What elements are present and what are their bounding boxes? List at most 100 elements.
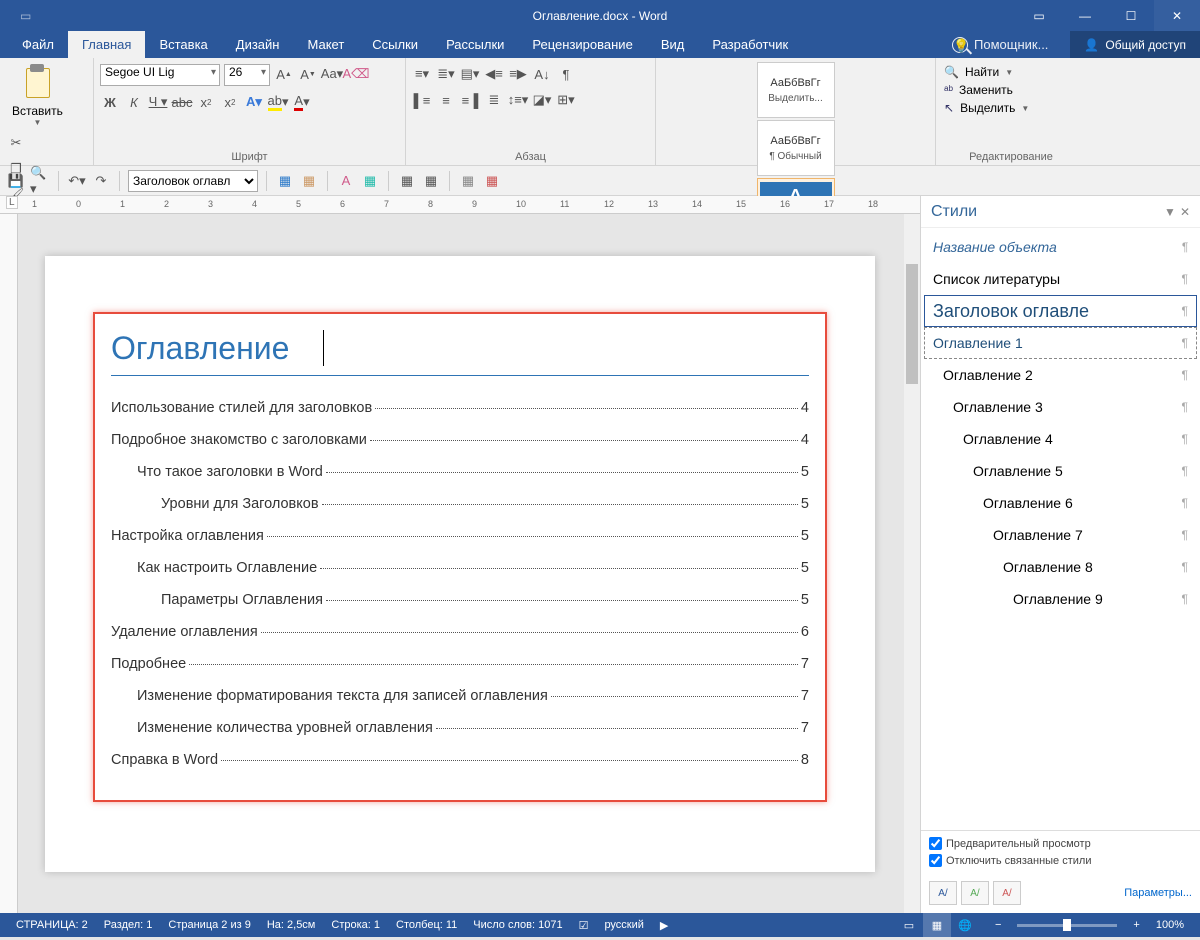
- minimize-button[interactable]: —: [1062, 0, 1108, 31]
- styles-pane-item[interactable]: Оглавление 4¶: [924, 423, 1197, 455]
- styles-pane-close-icon[interactable]: ✕: [1180, 205, 1190, 219]
- align-right-icon[interactable]: ≡▐: [460, 90, 480, 110]
- font-color-icon[interactable]: A▾: [292, 92, 312, 112]
- styles-pane-item[interactable]: Заголовок оглавле¶: [924, 295, 1197, 327]
- styles-pane-item[interactable]: Оглавление 5¶: [924, 455, 1197, 487]
- tab-ссылки[interactable]: Ссылки: [358, 31, 432, 58]
- styles-pane-item[interactable]: Оглавление 2¶: [924, 359, 1197, 391]
- align-center-icon[interactable]: ≡: [436, 90, 456, 110]
- style-gallery-item[interactable]: АаБбВвГг¶ Обычный: [757, 120, 835, 176]
- highlight-icon[interactable]: ab▾: [268, 92, 288, 112]
- status-language[interactable]: русский: [596, 919, 651, 931]
- increase-indent-icon[interactable]: ≡▶: [508, 64, 528, 84]
- shrink-font-icon[interactable]: A▼: [298, 64, 318, 84]
- style-quick-select[interactable]: Заголовок оглавл: [128, 170, 258, 192]
- tab-вид[interactable]: Вид: [647, 31, 699, 58]
- tab-макет[interactable]: Макет: [293, 31, 358, 58]
- font-family-select[interactable]: Segoe UI Lig: [100, 64, 220, 86]
- strikethrough-button[interactable]: abc: [172, 92, 192, 112]
- tell-me[interactable]: 💡Помощник...: [938, 31, 1062, 58]
- shading-icon[interactable]: ◪▾: [532, 90, 552, 110]
- zoom-value[interactable]: 100%: [1148, 919, 1192, 931]
- replace-button[interactable]: ᵃᵇЗаменить: [942, 82, 1080, 98]
- paste-button[interactable]: Вставить ▼: [6, 62, 69, 129]
- numbering-icon[interactable]: ≣▾: [436, 64, 456, 84]
- status-line[interactable]: Строка: 1: [323, 919, 388, 931]
- italic-button[interactable]: К: [124, 92, 144, 112]
- bullets-icon[interactable]: ≡▾: [412, 64, 432, 84]
- preview-checkbox[interactable]: Предварительный просмотр: [929, 837, 1192, 850]
- styles-pane-item[interactable]: Оглавление 6¶: [924, 487, 1197, 519]
- share-button[interactable]: 👤 Общий доступ: [1070, 31, 1200, 58]
- underline-button[interactable]: Ч ▾: [148, 92, 168, 112]
- zoom-slider[interactable]: [1017, 924, 1117, 927]
- styles-pane-item[interactable]: Оглавление 7¶: [924, 519, 1197, 551]
- qat-icon-6[interactable]: ▦: [421, 171, 441, 191]
- ribbon-collapse-icon[interactable]: ▭: [1016, 0, 1062, 31]
- sort-icon[interactable]: A↓: [532, 64, 552, 84]
- bold-button[interactable]: Ж: [100, 92, 120, 112]
- qat-icon-7[interactable]: ▦: [458, 171, 478, 191]
- zoom-out-icon[interactable]: −: [987, 919, 1009, 931]
- manage-styles-icon[interactable]: A/: [993, 881, 1021, 905]
- styles-pane-item[interactable]: Оглавление 9¶: [924, 583, 1197, 615]
- status-col[interactable]: Столбец: 11: [388, 919, 465, 931]
- close-button[interactable]: ✕: [1154, 0, 1200, 31]
- decrease-indent-icon[interactable]: ◀≡: [484, 64, 504, 84]
- superscript-button[interactable]: x2: [220, 92, 240, 112]
- disable-linked-checkbox[interactable]: Отключить связанные стили: [929, 854, 1192, 867]
- text-effects-icon[interactable]: A▾: [244, 92, 264, 112]
- style-inspector-icon[interactable]: A/: [961, 881, 989, 905]
- status-section[interactable]: Раздел: 1: [96, 919, 161, 931]
- horizontal-ruler[interactable]: L 10123456789101112131415161718: [0, 196, 920, 214]
- tab-разработчик[interactable]: Разработчик: [698, 31, 802, 58]
- read-mode-icon[interactable]: ▭: [895, 913, 923, 937]
- redo-icon[interactable]: ↷: [91, 171, 111, 191]
- status-page[interactable]: СТРАНИЦА: 2: [8, 919, 96, 931]
- styles-options-link[interactable]: Параметры...: [1124, 887, 1192, 899]
- find-icon[interactable]: 🔍▾: [30, 171, 50, 191]
- tab-главная[interactable]: Главная: [68, 31, 145, 58]
- justify-icon[interactable]: ≣: [484, 90, 504, 110]
- print-layout-icon[interactable]: ▦: [923, 913, 951, 937]
- find-button[interactable]: 🔍Найти ▼: [942, 64, 1080, 80]
- tab-файл[interactable]: Файл: [8, 31, 68, 58]
- style-gallery-item[interactable]: АаБбВвГгВыделить...: [757, 62, 835, 118]
- font-size-select[interactable]: 26: [224, 64, 270, 86]
- vertical-ruler[interactable]: [0, 214, 18, 913]
- vertical-scrollbar[interactable]: [904, 214, 920, 913]
- subscript-button[interactable]: x2: [196, 92, 216, 112]
- save-icon[interactable]: 💾: [6, 171, 26, 191]
- multilevel-list-icon[interactable]: ▤▾: [460, 64, 480, 84]
- qat-icon-1[interactable]: ▦: [275, 171, 295, 191]
- status-at[interactable]: На: 2,5см: [259, 919, 324, 931]
- zoom-in-icon[interactable]: +: [1125, 919, 1147, 931]
- document-page[interactable]: Оглавление Использование стилей для заго…: [45, 256, 875, 872]
- qat-icon-3[interactable]: A: [336, 171, 356, 191]
- maximize-button[interactable]: ☐: [1108, 0, 1154, 31]
- show-marks-icon[interactable]: ¶: [556, 64, 576, 84]
- web-layout-icon[interactable]: 🌐: [951, 913, 979, 937]
- borders-icon[interactable]: ⊞▾: [556, 90, 576, 110]
- qat-icon-2[interactable]: ▦: [299, 171, 319, 191]
- styles-pane-item[interactable]: Список литературы¶: [924, 263, 1197, 295]
- styles-pane-item[interactable]: Оглавление 1¶: [924, 327, 1197, 359]
- status-proof-icon[interactable]: ☑: [571, 919, 597, 932]
- styles-pane-dropdown-icon[interactable]: ▼: [1164, 205, 1176, 219]
- styles-pane-item[interactable]: Оглавление 8¶: [924, 551, 1197, 583]
- qat-icon-4[interactable]: ▦: [360, 171, 380, 191]
- select-button[interactable]: ↖Выделить ▼: [942, 100, 1080, 116]
- tab-дизайн[interactable]: Дизайн: [222, 31, 294, 58]
- align-left-icon[interactable]: ▌≡: [412, 90, 432, 110]
- tab-рецензирование[interactable]: Рецензирование: [518, 31, 646, 58]
- qat-icon-8[interactable]: ▦: [482, 171, 502, 191]
- undo-icon[interactable]: ↶▾: [67, 171, 87, 191]
- clear-format-icon[interactable]: A⌫: [346, 64, 366, 84]
- status-page-of[interactable]: Страница 2 из 9: [160, 919, 258, 931]
- line-spacing-icon[interactable]: ↕≡▾: [508, 90, 528, 110]
- status-words[interactable]: Число слов: 1071: [465, 919, 570, 931]
- styles-pane-item[interactable]: Оглавление 3¶: [924, 391, 1197, 423]
- cut-icon[interactable]: ✂: [6, 133, 26, 153]
- tab-рассылки[interactable]: Рассылки: [432, 31, 518, 58]
- styles-pane-item[interactable]: Название объекта¶: [924, 231, 1197, 263]
